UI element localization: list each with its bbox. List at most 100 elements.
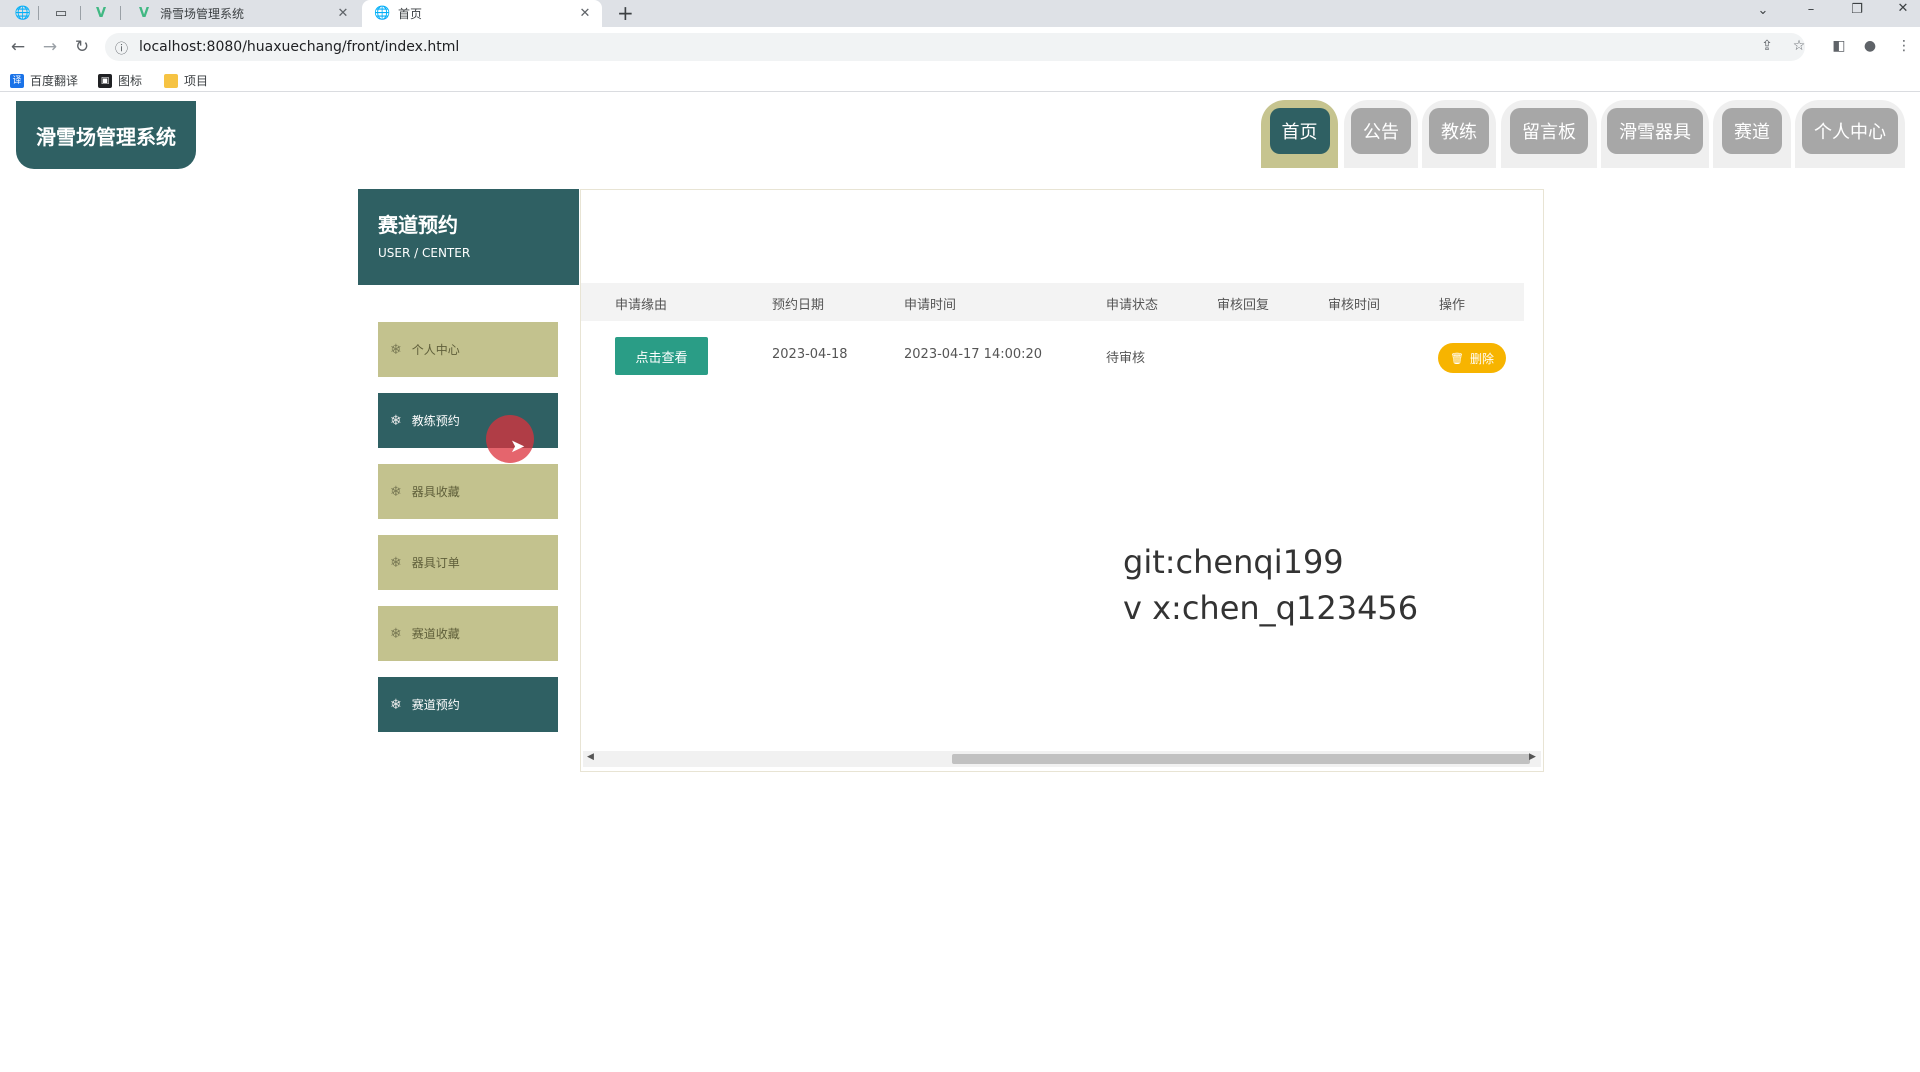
sidebar-item-label: 器具订单 xyxy=(411,556,460,570)
globe-icon[interactable]: 🌐 xyxy=(14,4,32,22)
sidebar-item-equipment-favorites[interactable]: ❄ 器具收藏 xyxy=(378,464,558,519)
nav-message-board[interactable]: 留言板 xyxy=(1501,100,1597,168)
browser-tab[interactable]: V 滑雪场管理系统 ✕ xyxy=(124,0,360,27)
nav-personal-center[interactable]: 个人中心 xyxy=(1795,100,1905,168)
nav-track[interactable]: 赛道 xyxy=(1713,100,1791,168)
sidebar-item-track-favorites[interactable]: ❄ 赛道收藏 xyxy=(378,606,558,661)
scrollbar-thumb[interactable] xyxy=(952,754,1530,764)
mouse-cursor-icon: ➤ xyxy=(510,436,526,457)
profile-icon[interactable]: ● xyxy=(1860,38,1880,54)
vue-logo-icon: V xyxy=(138,6,150,21)
sidebar-item-label: 器具收藏 xyxy=(411,485,460,499)
snowflake-icon: ❄ xyxy=(390,483,402,500)
snowflake-icon: ❄ xyxy=(390,412,402,429)
tab-search-icon[interactable]: ⌄ xyxy=(1752,3,1774,23)
sidebar-item-label: 个人中心 xyxy=(411,343,460,357)
apply-time: 2023-04-17 14:00:20 xyxy=(904,347,1043,362)
blank-page-icon[interactable]: ▭ xyxy=(52,4,70,22)
sidebar-item-personal-center[interactable]: ❄ 个人中心 xyxy=(378,322,558,377)
nav-notice[interactable]: 公告 xyxy=(1344,100,1418,168)
restore-icon[interactable]: ❐ xyxy=(1846,2,1868,22)
watermark-line: git:chenqi199 xyxy=(1123,543,1344,581)
reload-icon[interactable]: ↻ xyxy=(72,37,92,57)
content-panel: 申请缘由 预约日期 申请时间 申请状态 审核回复 审核时间 操作 点击查看 20… xyxy=(580,189,1544,772)
bookmark-label: 百度翻译 xyxy=(30,74,79,88)
bookmark-item[interactable]: ▣ 图标 xyxy=(98,72,142,89)
delete-button[interactable]: 🗑 删除 xyxy=(1438,343,1506,373)
nav-label: 赛道 xyxy=(1722,108,1782,154)
column-header: 操作 xyxy=(1439,298,1466,313)
sidebar-item-equipment-orders[interactable]: ❄ 器具订单 xyxy=(378,535,558,590)
close-window-icon[interactable]: ✕ xyxy=(1892,1,1914,21)
horizontal-scrollbar[interactable]: ◀ ▶ xyxy=(583,751,1541,767)
column-header: 审核时间 xyxy=(1328,298,1381,313)
minimize-icon[interactable]: – xyxy=(1800,2,1822,22)
page: 滑雪场管理系统 首页 公告 教练 留言板 滑雪器具 赛道 个人中心 赛道预约 U… xyxy=(0,93,1920,1072)
table-header: 申请缘由 预约日期 申请时间 申请状态 审核回复 审核时间 操作 xyxy=(581,283,1524,321)
nav-coach[interactable]: 教练 xyxy=(1422,100,1496,168)
browser-toolbar: ← → ↻ ⓘ localhost:8080/huaxuechang/front… xyxy=(0,27,1920,67)
bookmarks-bar: 译 百度翻译 ▣ 图标 项目 xyxy=(0,67,1920,92)
sidebar-item-label: 赛道预约 xyxy=(411,698,460,712)
nav-label: 首页 xyxy=(1269,108,1330,154)
nav-label: 滑雪器具 xyxy=(1607,108,1703,154)
scroll-left-icon[interactable]: ◀ xyxy=(587,752,594,762)
close-icon[interactable]: ✕ xyxy=(334,6,352,21)
column-header: 审核回复 xyxy=(1217,298,1270,313)
globe-icon: 🌐 xyxy=(374,6,391,21)
snowflake-icon: ❄ xyxy=(390,554,402,571)
star-icon[interactable]: ☆ xyxy=(1789,38,1809,54)
scroll-right-icon[interactable]: ▶ xyxy=(1529,752,1536,762)
tab-separator xyxy=(38,6,39,20)
sidebar-item-track-booking[interactable]: ❄ 赛道预约 xyxy=(378,677,558,732)
tab-title: 首页 xyxy=(398,7,423,21)
nav-label: 留言板 xyxy=(1510,108,1588,154)
side-panel-icon[interactable]: ◧ xyxy=(1829,38,1849,54)
booking-date: 2023-04-18 xyxy=(772,347,848,362)
sidebar-header: 赛道预约 USER / CENTER xyxy=(358,189,579,285)
column-header: 申请时间 xyxy=(904,298,957,313)
tab-title: 滑雪场管理系统 xyxy=(160,7,245,21)
bookmark-item[interactable]: 项目 xyxy=(164,72,208,89)
address-bar[interactable]: ⓘ localhost:8080/huaxuechang/front/index… xyxy=(105,33,1805,61)
nav-ski-equipment[interactable]: 滑雪器具 xyxy=(1601,100,1709,168)
bookmark-label: 项目 xyxy=(184,74,209,88)
browser-tab-active[interactable]: 🌐 首页 ✕ xyxy=(362,0,602,27)
tab-separator xyxy=(120,6,121,20)
tab-separator xyxy=(80,6,81,20)
apply-status: 待审核 xyxy=(1106,351,1146,366)
sidebar-item-label: 赛道收藏 xyxy=(411,627,460,641)
column-header: 申请缘由 xyxy=(615,298,668,313)
new-tab-button[interactable]: + xyxy=(617,2,634,24)
snowflake-icon: ❄ xyxy=(390,341,402,358)
vue-logo-icon[interactable]: V xyxy=(92,4,110,22)
snowflake-icon: ❄ xyxy=(390,696,402,713)
watermark-line: v x:chen_q123456 xyxy=(1123,589,1419,627)
nav-label: 个人中心 xyxy=(1802,108,1898,154)
nav-home[interactable]: 首页 xyxy=(1261,100,1338,168)
view-reason-button[interactable]: 点击查看 xyxy=(615,337,708,375)
share-icon[interactable]: ⇪ xyxy=(1757,38,1777,54)
forward-icon[interactable]: → xyxy=(40,37,60,57)
back-icon[interactable]: ← xyxy=(8,37,28,57)
nav-label: 公告 xyxy=(1351,108,1411,154)
trash-icon: 🗑 xyxy=(1450,351,1464,365)
info-icon[interactable]: ⓘ xyxy=(115,38,128,57)
translate-icon: 译 xyxy=(10,73,24,88)
snowflake-icon: ❄ xyxy=(390,625,402,642)
nav-label: 教练 xyxy=(1429,108,1489,154)
address-url[interactable]: localhost:8080/huaxuechang/front/index.h… xyxy=(139,39,459,55)
table-row: 点击查看 2023-04-18 2023-04-17 14:00:20 待审核 … xyxy=(581,326,1524,386)
bookmark-label: 图标 xyxy=(118,74,143,88)
close-icon[interactable]: ✕ xyxy=(576,6,594,21)
menu-icon[interactable]: ⋮ xyxy=(1894,38,1914,54)
site-logo[interactable]: 滑雪场管理系统 xyxy=(16,101,196,169)
sidebar-subtitle: USER / CENTER xyxy=(378,246,471,260)
sidebar-title: 赛道预约 xyxy=(378,213,458,237)
column-header: 申请状态 xyxy=(1106,298,1159,313)
sidebar-item-label: 教练预约 xyxy=(411,414,460,428)
folder-icon xyxy=(164,73,178,88)
watermark-text: git:chenqi199 v x:chen_q123456 xyxy=(1123,539,1418,631)
column-header: 预约日期 xyxy=(772,298,825,313)
bookmark-item[interactable]: 译 百度翻译 xyxy=(10,72,78,89)
